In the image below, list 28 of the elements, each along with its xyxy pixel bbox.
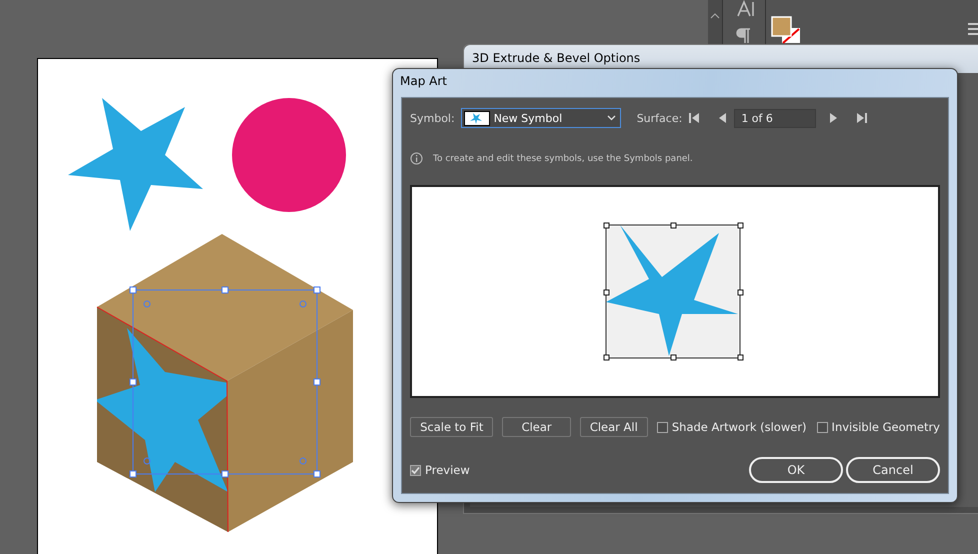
ok-button[interactable]: OK — [749, 457, 843, 483]
info-text: To create and edit these symbols, use the Symbols panel. — [433, 154, 693, 164]
fill-stroke-swatch[interactable] — [771, 16, 800, 44]
cancel-button[interactable]: Cancel — [846, 457, 940, 483]
preview-checkbox[interactable]: Preview — [410, 463, 470, 477]
first-surface-icon[interactable] — [688, 112, 700, 124]
dialog-title: Map Art — [399, 73, 448, 90]
surface-label: Surface: — [636, 112, 682, 124]
clear-all-button[interactable]: Clear All — [580, 417, 648, 437]
symbol-dropdown[interactable]: New Symbol — [460, 108, 621, 128]
symbol-label: Symbol: — [410, 112, 455, 124]
option-checkbox[interactable]: Invisible Geometry — [816, 420, 940, 434]
scale-to-fit-button[interactable]: Scale to Fit — [410, 417, 494, 437]
scroll-bar[interactable] — [708, 0, 723, 44]
previous-surface-icon[interactable] — [718, 112, 728, 124]
last-surface-icon[interactable] — [856, 112, 868, 124]
next-surface-icon[interactable] — [828, 112, 838, 124]
star-swatch-icon — [464, 110, 490, 126]
caret-icon — [606, 115, 616, 121]
paragraph-icon[interactable] — [736, 28, 751, 44]
checkmark-icon — [411, 466, 420, 474]
option-checkbox[interactable]: Shade Artwork (slower) — [656, 420, 807, 434]
info-icon — [410, 152, 423, 165]
type-tool-icon[interactable] — [737, 0, 754, 17]
surface-field[interactable]: 1 of 6 — [734, 108, 816, 128]
chevron-up-icon[interactable] — [710, 13, 720, 18]
menu-icon[interactable] — [967, 23, 978, 35]
clear-button[interactable]: Clear — [502, 417, 571, 437]
